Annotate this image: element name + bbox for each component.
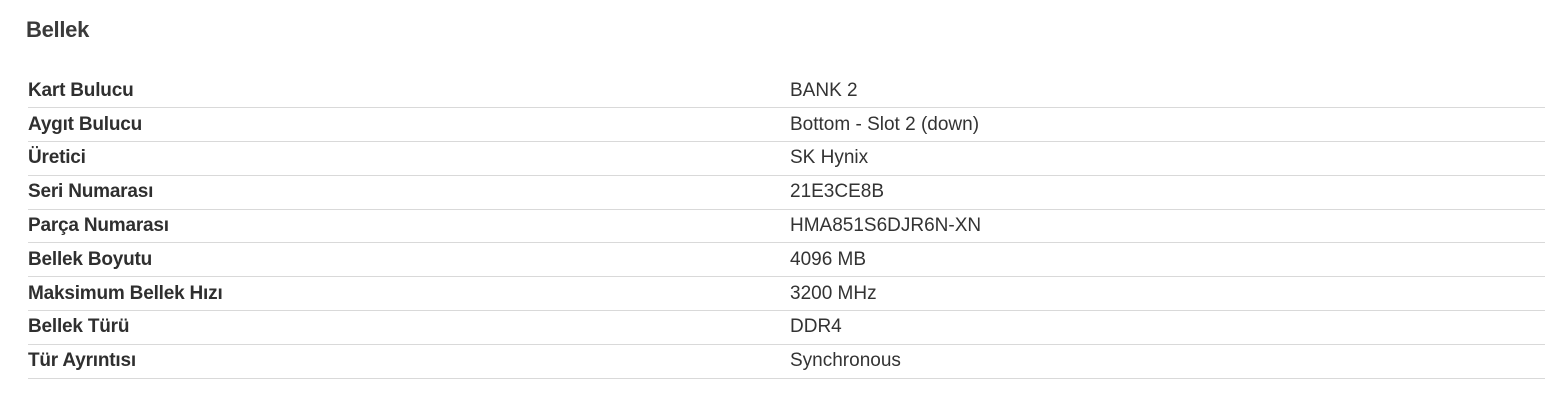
row-value: Synchronous [790, 350, 901, 372]
table-row-memory-size: Bellek Boyutu 4096 MB [28, 243, 1545, 277]
row-label: Tür Ayrıntısı [28, 350, 136, 372]
row-value: 3200 MHz [790, 282, 877, 304]
row-value: HMA851S6DJR6N-XN [790, 215, 982, 237]
row-label: Bellek Boyutu [28, 248, 153, 270]
section-title: Bellek [26, 17, 90, 42]
table-row-type-detail: Tür Ayrıntısı Synchronous [28, 344, 1545, 379]
row-value: BANK 2 [790, 79, 858, 101]
row-label: Üretici [28, 147, 86, 169]
table-row-serial-number: Seri Numarası 21E3CE8B [28, 175, 1545, 210]
row-value: Bottom - Slot 2 (down) [790, 113, 980, 135]
row-value: DDR4 [790, 316, 842, 338]
row-label: Parça Numarası [28, 215, 169, 237]
row-label: Kart Bulucu [28, 79, 134, 101]
memory-spec-table-body: Kart Bulucu BANK 2 Aygıt Bulucu Bottom -… [28, 74, 1545, 379]
row-label: Maksimum Bellek Hızı [28, 282, 223, 304]
row-label: Aygıt Bulucu [28, 113, 143, 135]
row-label: Bellek Türü [28, 316, 130, 338]
table-row-device-locator: Aygıt Bulucu Bottom - Slot 2 (down) [28, 108, 1545, 142]
row-label: Seri Numarası [28, 181, 154, 203]
table-row-card-locator: Kart Bulucu BANK 2 [28, 74, 1545, 108]
table-row-manufacturer: Üretici SK Hynix [28, 142, 1545, 176]
memory-info-panel: Bellek Kart Bulucu BANK 2 Aygıt Bulucu B… [0, 0, 1545, 414]
row-value: 4096 MB [790, 248, 867, 270]
table-row-part-number: Parça Numarası HMA851S6DJR6N-XN [28, 209, 1545, 243]
row-value: SK Hynix [790, 147, 869, 169]
table-row-max-memory-speed: Maksimum Bellek Hızı 3200 MHz [28, 277, 1545, 311]
table-row-memory-type: Bellek Türü DDR4 [28, 311, 1545, 345]
row-value: 21E3CE8B [790, 181, 885, 203]
memory-spec-table: Kart Bulucu BANK 2 Aygıt Bulucu Bottom -… [28, 74, 1545, 379]
